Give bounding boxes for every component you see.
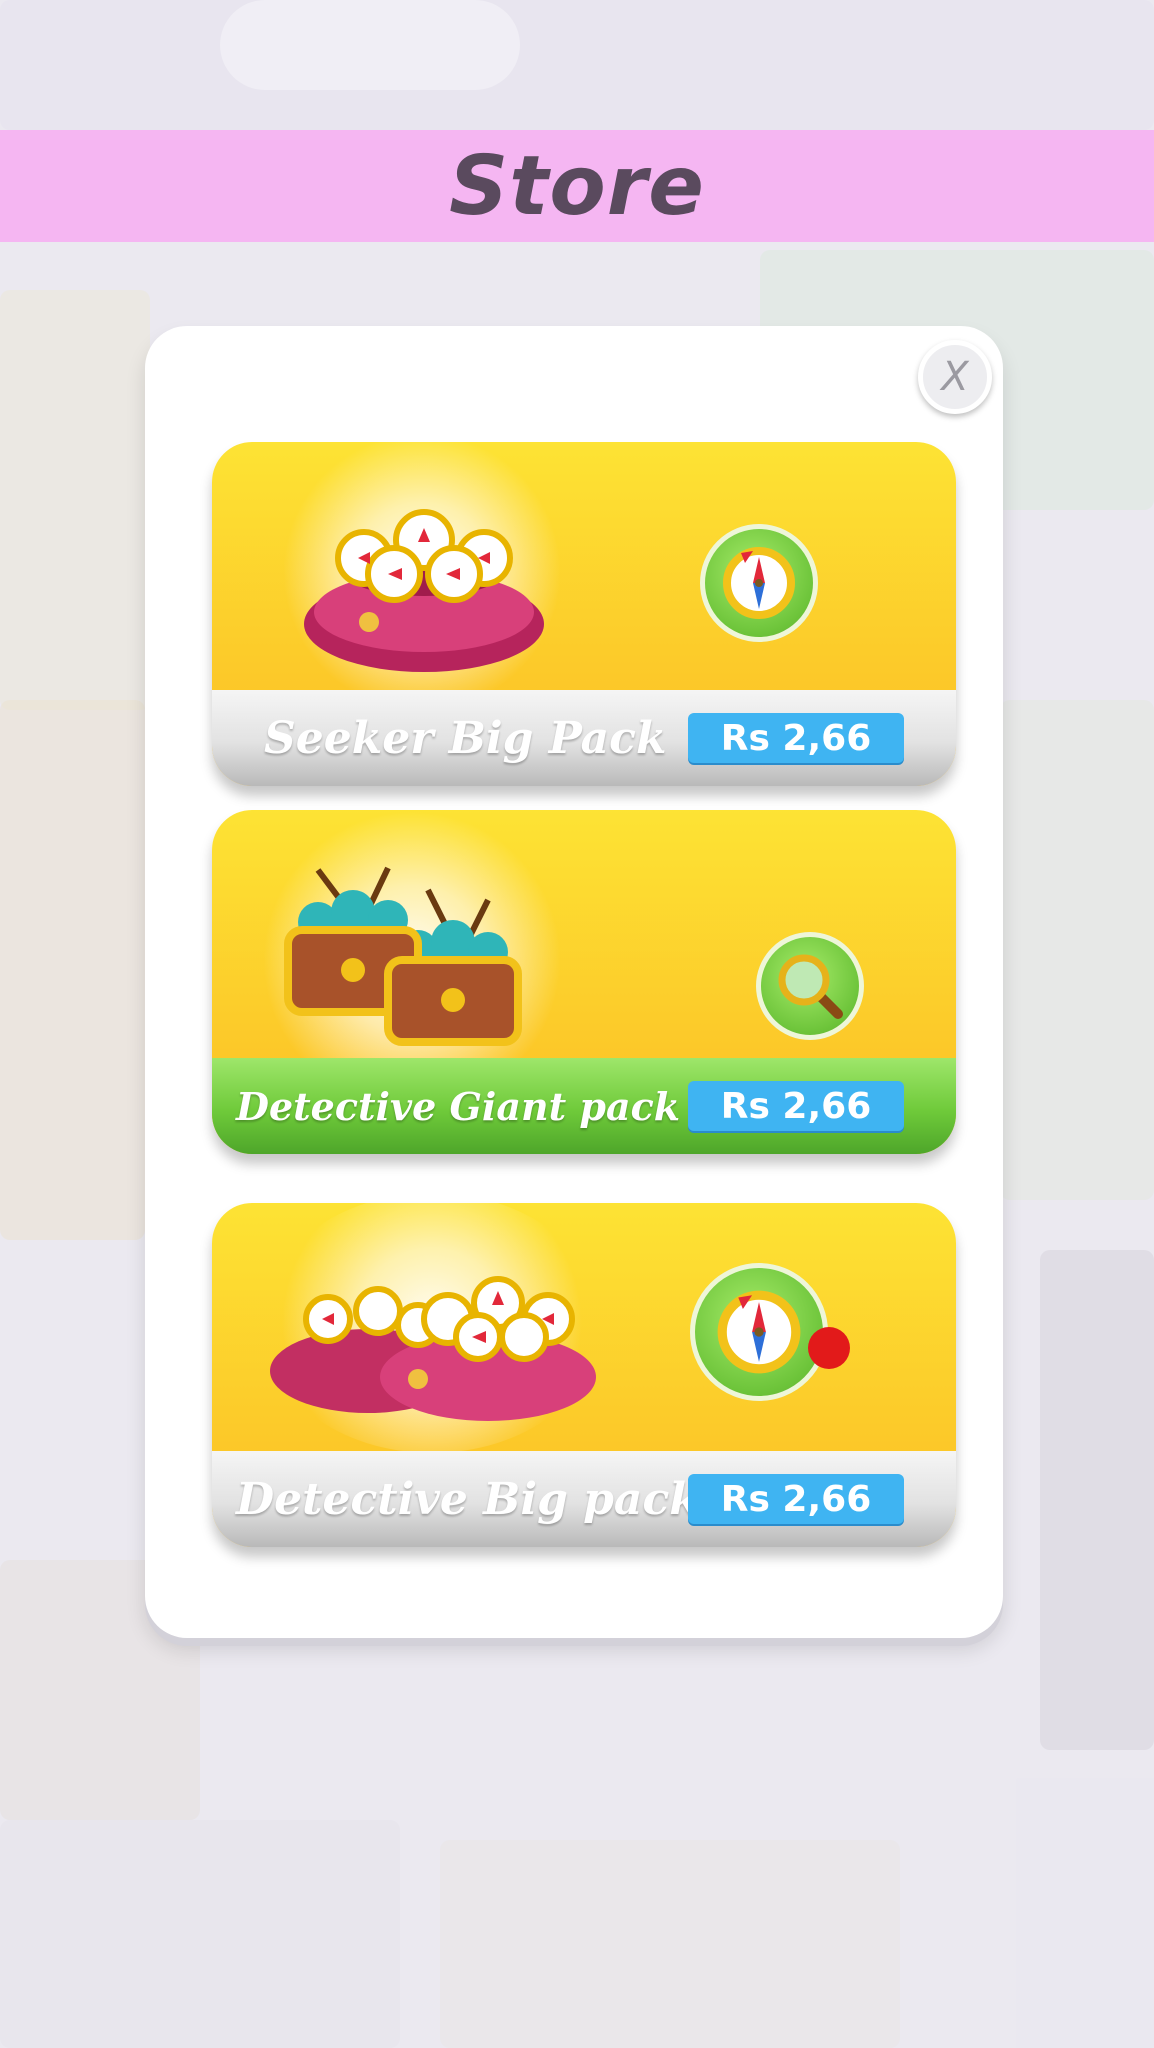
product-card-seeker-big-pack[interactable]: Seeker Big Pack Rs 2,66 — [212, 442, 956, 786]
buy-button[interactable]: Rs 2,66 — [688, 713, 904, 763]
product-footer: Detective Big pack Rs 2,66 — [212, 1451, 956, 1547]
double-compass-bag-icon — [270, 1276, 596, 1421]
buy-button[interactable]: Rs 2,66 — [688, 1474, 904, 1524]
compass-icon — [690, 1263, 828, 1401]
product-name: Detective Big pack — [236, 1473, 700, 1525]
page-title: Store — [449, 138, 705, 234]
product-card-detective-big-pack[interactable]: Detective Big pack Rs 2,66 — [212, 1203, 956, 1547]
store-header-banner: Store — [0, 130, 1154, 242]
close-icon: X — [941, 354, 969, 400]
product-footer: Seeker Big Pack Rs 2,66 — [212, 690, 956, 786]
buy-button[interactable]: Rs 2,66 — [688, 1081, 904, 1131]
magnifier-icon — [756, 932, 864, 1040]
product-footer: Detective Giant pack Rs 2,66 — [212, 1058, 956, 1154]
compass-bag-icon — [304, 509, 544, 672]
compass-icon — [700, 524, 818, 642]
notification-dot — [808, 1327, 850, 1369]
treasure-chest-icon — [284, 866, 522, 1046]
product-name: Seeker Big Pack — [264, 712, 667, 764]
product-name: Detective Giant pack — [236, 1083, 681, 1129]
product-card-detective-giant-pack[interactable]: Detective Giant pack Rs 2,66 — [212, 810, 956, 1154]
close-button[interactable]: X — [918, 340, 992, 414]
